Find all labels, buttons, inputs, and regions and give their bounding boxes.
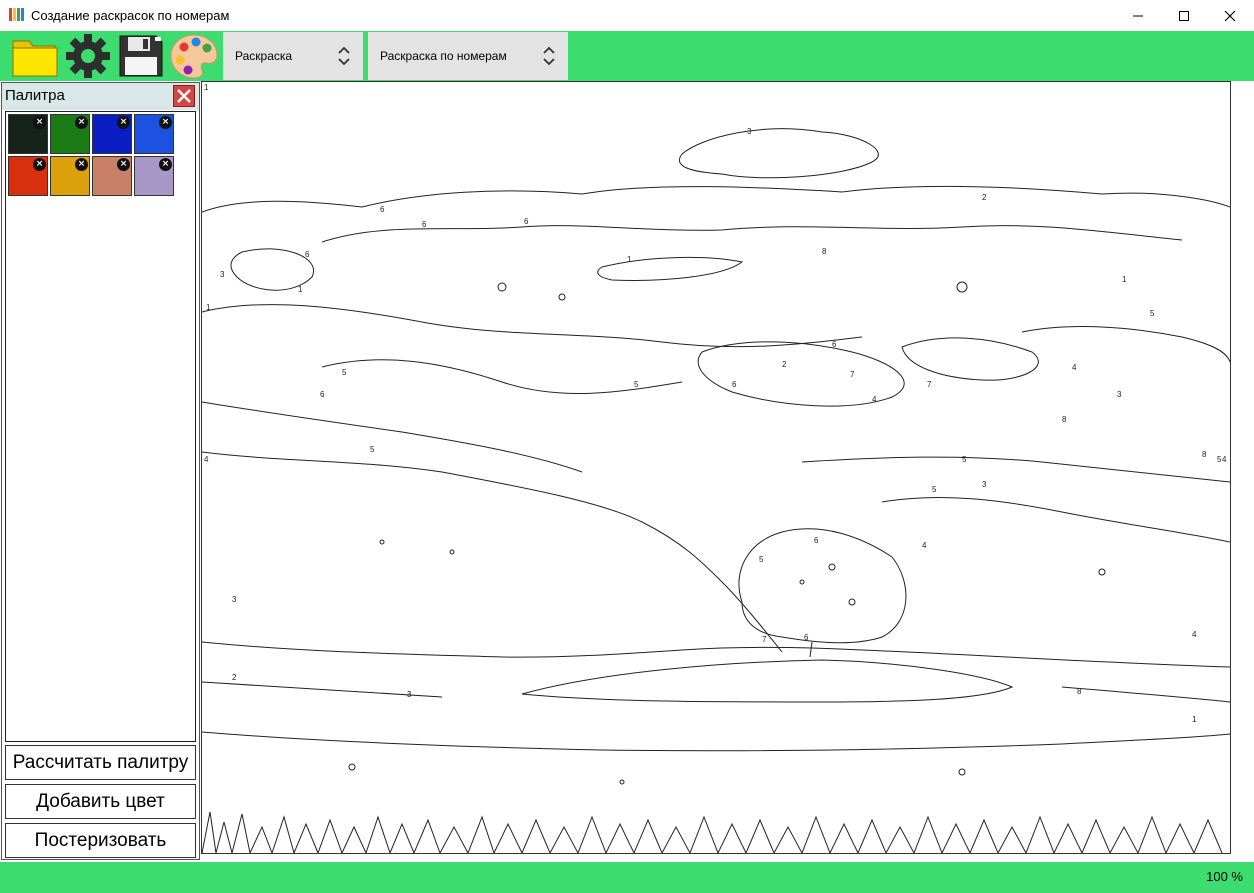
region-number: 1	[627, 255, 632, 264]
region-number: 8	[1077, 687, 1082, 696]
region-number: 7	[850, 370, 855, 379]
window-title: Создание раскрасок по номерам	[31, 8, 230, 23]
open-button[interactable]	[11, 33, 58, 79]
region-number: 3	[232, 595, 237, 604]
region-number: 5	[932, 485, 937, 494]
status-bar: 100 %	[0, 862, 1254, 893]
palette-swatch[interactable]: ×	[50, 156, 90, 196]
remove-color-icon[interactable]: ×	[159, 116, 172, 129]
region-number: 6	[732, 380, 737, 389]
coloring-canvas[interactable]: 1362613616145655826476753848556426351538…	[201, 81, 1231, 854]
mode-select[interactable]: Раскраска	[223, 32, 363, 80]
palette-swatch[interactable]: ×	[8, 156, 48, 196]
region-number: 2	[232, 673, 237, 682]
remove-color-icon[interactable]: ×	[117, 116, 130, 129]
region-number: 4	[872, 395, 877, 404]
region-number: 7	[762, 635, 767, 644]
region-number: 7	[927, 380, 932, 389]
palette-icon	[170, 34, 218, 79]
region-number: 1	[204, 83, 209, 92]
remove-color-icon[interactable]: ×	[75, 116, 88, 129]
region-number: 6	[305, 250, 310, 259]
style-select[interactable]: Раскраска по номерам	[368, 32, 568, 80]
region-number: 3	[1117, 390, 1122, 399]
region-number: 6	[320, 390, 325, 399]
palette-panel-header: Палитра	[2, 83, 199, 110]
maximize-icon	[1179, 10, 1189, 21]
region-number: 1	[206, 303, 211, 312]
outline-image: 136261361614565582647675384855642635153 8…	[202, 83, 1230, 853]
region-number: 1	[1192, 715, 1197, 724]
region-number: 8	[1202, 450, 1207, 459]
region-number: 6	[832, 340, 837, 349]
region-number: 4	[1072, 363, 1077, 372]
minimize-icon	[1133, 15, 1143, 16]
settings-button[interactable]	[64, 33, 110, 79]
palette-swatch[interactable]: ×	[8, 114, 48, 154]
region-number: 3	[220, 270, 225, 279]
region-number: 4	[922, 541, 927, 550]
app-logo-icon	[9, 8, 25, 21]
region-number: 5	[759, 555, 764, 564]
minimize-button[interactable]	[1115, 0, 1161, 31]
region-number: 8	[822, 247, 827, 256]
palette-panel: Палитра × × × × × × × × Рассчитать палитру Доба…	[1, 82, 200, 860]
close-button[interactable]	[1207, 0, 1253, 31]
chevron-up-down-icon	[543, 46, 555, 66]
remove-color-icon[interactable]: ×	[75, 158, 88, 171]
remove-color-icon[interactable]: ×	[33, 116, 46, 129]
remove-color-icon[interactable]: ×	[33, 158, 46, 171]
region-number: 3	[407, 690, 412, 699]
close-panel-icon[interactable]	[173, 85, 195, 107]
region-number: 1	[298, 285, 303, 294]
gear-icon	[66, 34, 110, 78]
region-number: 6	[380, 205, 385, 214]
region-number: 2	[982, 193, 987, 202]
calculate-palette-button[interactable]: Рассчитать палитру	[5, 745, 196, 780]
toolbar: Раскраска Раскраска по номерам	[0, 31, 1254, 81]
palette-button[interactable]	[170, 33, 218, 79]
region-number: 4	[204, 455, 209, 464]
add-color-button[interactable]: Добавить цвет	[5, 784, 196, 819]
region-number: 8	[1062, 415, 1067, 424]
close-icon	[1224, 10, 1236, 21]
region-number: 4	[1222, 455, 1227, 464]
save-button[interactable]	[117, 33, 163, 79]
palette-panel-title: Палитра	[5, 87, 65, 104]
region-number: 1	[1122, 275, 1127, 284]
region-number: 3	[982, 480, 987, 489]
style-select-value: Раскраска по номерам	[380, 49, 507, 63]
zoom-level: 100 %	[1206, 869, 1243, 884]
palette-swatch[interactable]: ×	[92, 114, 132, 154]
region-number: 5	[370, 445, 375, 454]
region-number: 6	[804, 633, 809, 642]
palette-swatch[interactable]: ×	[134, 114, 174, 154]
region-number: 6	[422, 220, 427, 229]
region-number: 2	[782, 360, 787, 369]
palette-swatch[interactable]: ×	[134, 156, 174, 196]
region-number: 5	[962, 455, 967, 464]
region-number: 5	[1150, 309, 1155, 318]
region-number: 5	[634, 380, 639, 389]
palette-colors-list: × × × × × × × ×	[5, 111, 196, 742]
region-number: 5	[342, 368, 347, 377]
maximize-button[interactable]	[1161, 0, 1207, 31]
remove-color-icon[interactable]: ×	[159, 158, 172, 171]
palette-swatch[interactable]: ×	[50, 114, 90, 154]
title-bar: Создание раскрасок по номерам	[0, 0, 1254, 31]
region-number: 3	[747, 127, 752, 136]
region-number: 4	[1192, 630, 1197, 639]
folder-icon	[12, 40, 58, 77]
chevron-up-down-icon	[338, 46, 350, 66]
floppy-disk-icon	[119, 35, 163, 77]
remove-color-icon[interactable]: ×	[117, 158, 130, 171]
region-number: 6	[524, 217, 529, 226]
posterize-button[interactable]: Постеризовать	[5, 823, 196, 858]
region-number: 6	[814, 536, 819, 545]
palette-swatch[interactable]: ×	[92, 156, 132, 196]
mode-select-value: Раскраска	[235, 49, 293, 63]
